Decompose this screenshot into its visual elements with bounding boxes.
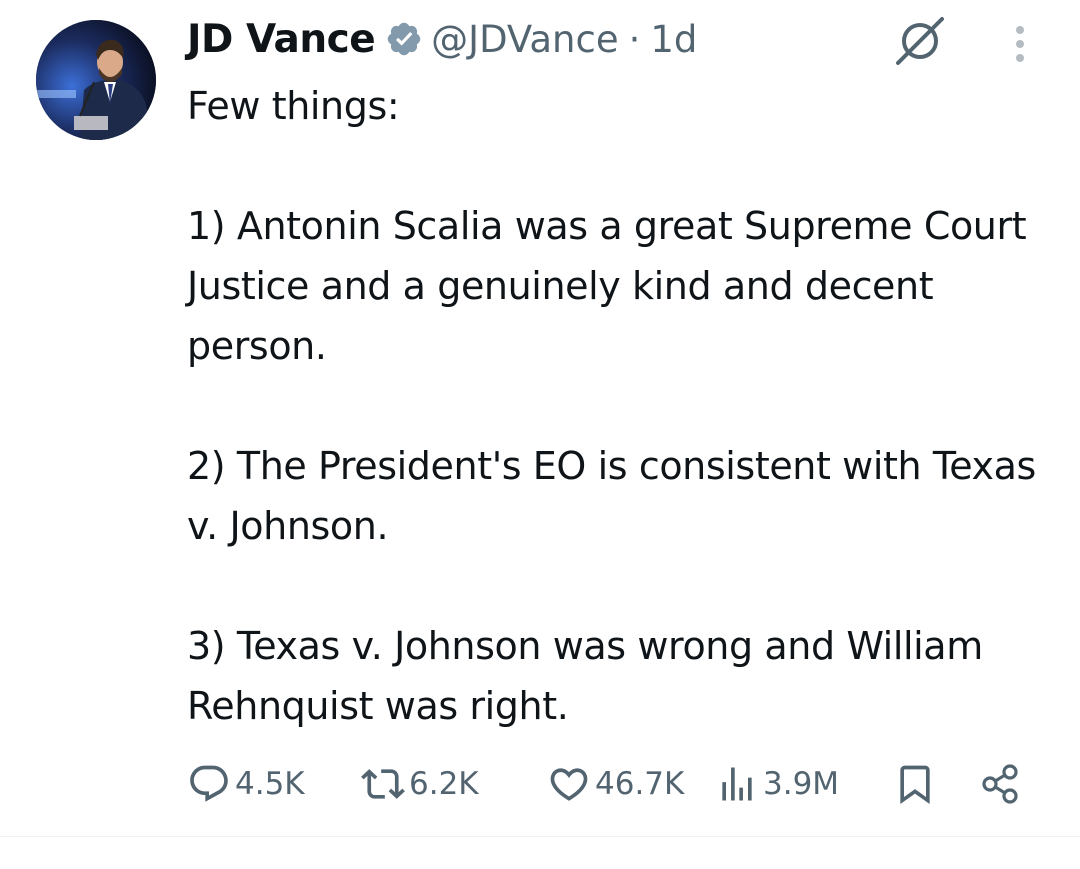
reply-count: 4.5K — [235, 766, 305, 802]
repost-button[interactable]: 6.2K — [361, 756, 479, 812]
author-handle[interactable]: @JDVance — [431, 18, 618, 61]
views-button[interactable]: 3.9M — [715, 756, 839, 812]
bookmark-button[interactable] — [893, 756, 937, 812]
tweet-line-intro: Few things: — [187, 84, 400, 128]
tweet-divider — [0, 836, 1080, 837]
separator-dot: · — [628, 17, 641, 61]
grok-icon[interactable] — [892, 14, 948, 68]
bookmark-icon — [900, 765, 930, 805]
more-vertical-icon[interactable] — [1004, 20, 1036, 68]
repost-count: 6.2K — [409, 766, 479, 802]
share-button[interactable] — [977, 756, 1023, 812]
author-name[interactable]: JD Vance — [187, 17, 376, 62]
like-icon — [550, 768, 588, 801]
avatar[interactable] — [36, 20, 156, 140]
reply-icon — [190, 765, 228, 802]
timestamp[interactable]: 1d — [650, 18, 697, 61]
tweet-header: JD Vance @JDVance · 1d — [187, 14, 697, 64]
tweet-text: Few things: 1) Antonin Scalia was a grea… — [187, 76, 1047, 736]
repost-icon — [361, 769, 405, 799]
verified-badge-icon — [387, 22, 421, 56]
tweet-point-3: 3) Texas v. Johnson was wrong and Willia… — [187, 624, 983, 728]
reply-button[interactable]: 4.5K — [187, 756, 305, 812]
view-count: 3.9M — [763, 766, 840, 802]
like-button[interactable]: 46.7K — [547, 756, 684, 812]
like-count: 46.7K — [595, 766, 685, 802]
tweet-actions: 4.5K 6.2K 46.7K 3.9M — [187, 756, 1037, 812]
tweet-point-2: 2) The President's EO is consistent with… — [187, 444, 1036, 548]
views-icon — [722, 767, 752, 801]
tweet-point-1: 1) Antonin Scalia was a great Supreme Co… — [187, 204, 1027, 368]
share-icon — [982, 764, 1018, 804]
